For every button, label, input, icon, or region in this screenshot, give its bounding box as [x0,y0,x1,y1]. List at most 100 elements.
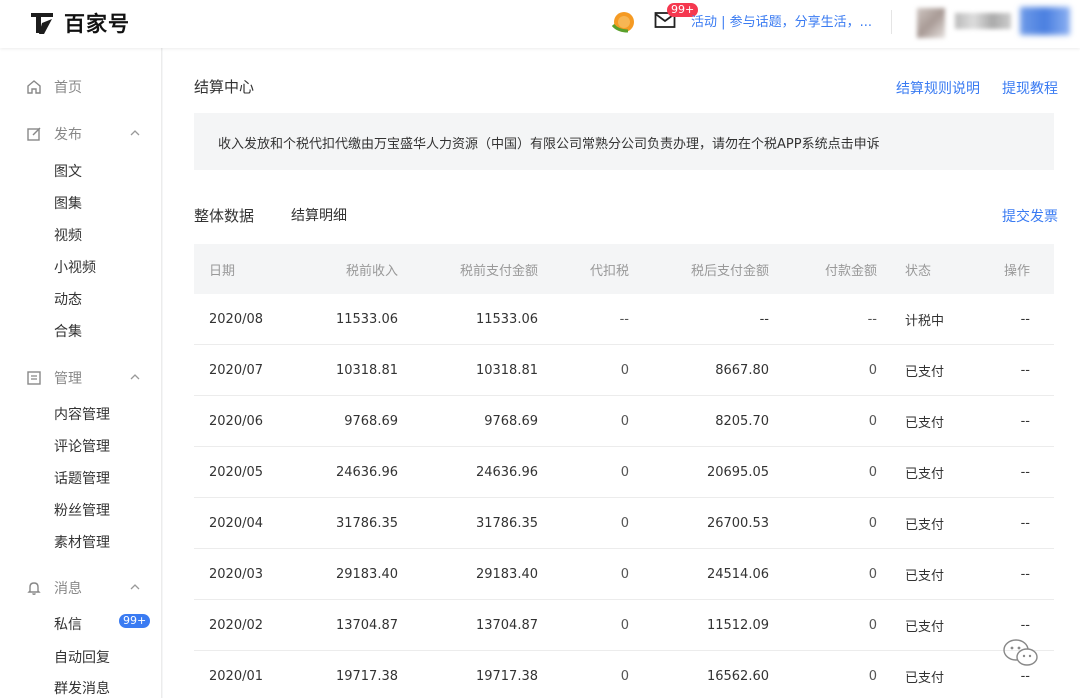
column-header-aftertax-payment: 税后支付金额 [690,263,769,279]
chevron-up-icon[interactable] [130,583,140,591]
chevron-up-icon[interactable] [130,129,140,137]
cell-status: 已支付 [905,619,945,635]
sidebar-item-direct-message[interactable]: 私信 [54,614,82,634]
cell-paid-amount: 0 [868,668,877,684]
cell-pretax-income: 9768.69 [344,413,398,429]
top-bar: 百家号 99+ 活动 | 参与话题，分享生活，... [0,0,1080,48]
cell-date: 2020/07 [209,362,264,378]
sidebar-item-article[interactable]: 图文 [54,161,82,181]
cell-paid-amount: 0 [868,515,877,531]
cell-pretax-payment: 31786.35 [475,515,538,531]
sidebar-item-materials[interactable]: 素材管理 [54,532,110,552]
bell-icon [27,582,41,595]
sidebar-item-fans[interactable]: 粉丝管理 [54,500,110,520]
account-button[interactable] [1020,7,1070,35]
header-divider [891,10,892,34]
sidebar-item-collection[interactable]: 合集 [54,321,82,341]
cell-aftertax-payment: 8205.70 [715,413,769,429]
orange-fruit-icon[interactable] [610,9,636,33]
cell-status: 已支付 [905,568,945,584]
activity-link[interactable]: 活动 | 参与话题，分享生活，... [691,11,872,30]
notice-banner: 收入发放和个税代扣代缴由万宝盛华人力资源（中国）有限公司常熟分公司负责办理，请勿… [194,113,1054,170]
sidebar-group-publish[interactable]: 发布 [26,124,82,144]
sidebar-item-home[interactable]: 首页 [26,77,82,97]
cell-action[interactable]: -- [1021,345,1030,395]
cell-pretax-payment: 19717.38 [475,668,538,684]
cell-aftertax-payment: 20695.05 [706,464,769,480]
cell-date: 2020/04 [209,515,264,531]
table-row: 2020/03 29183.40 29183.40 0 24514.06 0 已支付 -- [194,549,1054,600]
cell-paid-amount: -- [867,311,877,327]
cell-withholding-tax: 0 [620,668,629,684]
table-header: 日期 税前收入 税前支付金额 代扣税 税后支付金额 付款金额 状态 操作 [194,244,1054,294]
cell-withholding-tax: 0 [620,515,629,531]
table-row: 2020/06 9768.69 9768.69 0 8205.70 0 已支付 -- [194,396,1054,447]
sidebar-item-auto-reply[interactable]: 自动回复 [54,647,110,667]
sidebar-item-label: 首页 [54,80,82,96]
column-header-pretax-income: 税前收入 [345,263,398,279]
cell-pretax-income: 13704.87 [335,617,398,633]
column-header-pretax-payment: 税前支付金额 [459,263,538,279]
cell-paid-amount: 0 [868,617,877,633]
cell-action[interactable]: -- [1021,396,1030,446]
table-row: 2020/05 24636.96 24636.96 0 20695.05 0 已支付 -- [194,447,1054,498]
sidebar-group-label: 消息 [54,581,82,597]
cell-action[interactable]: -- [1021,549,1030,599]
tab-settlement-details[interactable]: 结算明细 [291,205,347,225]
sidebar-item-comments[interactable]: 评论管理 [54,436,110,456]
wechat-watermark-icon [1003,639,1038,666]
cell-aftertax-payment: 16562.60 [706,668,769,684]
tab-overall-data[interactable]: 整体数据 [194,205,254,226]
main-content: 结算中心 结算规则说明 提现教程 收入发放和个税代扣代缴由万宝盛华人力资源（中国… [163,48,1080,698]
cell-aftertax-payment: 8667.80 [715,362,769,378]
cell-status: 已支付 [905,517,945,533]
avatar[interactable] [917,8,945,38]
sidebar-group-manage[interactable]: 管理 [26,368,82,388]
sidebar-item-broadcast[interactable]: 群发消息 [54,678,110,698]
cell-pretax-payment: 10318.81 [475,362,538,378]
table-row: 2020/04 31786.35 31786.35 0 26700.53 0 已支付 -- [194,498,1054,549]
dm-badge: 99+ [119,614,151,628]
sidebar-item-content[interactable]: 内容管理 [54,404,110,424]
sidebar-group-message[interactable]: 消息 [26,578,82,598]
cell-aftertax-payment: -- [759,311,769,327]
cell-status: 已支付 [905,364,945,380]
chevron-up-icon[interactable] [130,373,140,381]
cell-paid-amount: 0 [868,362,877,378]
column-header-action: 操作 [1003,263,1030,279]
sidebar-group-label: 发布 [54,127,82,143]
sidebar-item-moments[interactable]: 动态 [54,289,82,309]
baijiahao-logo-icon [31,13,53,34]
withdraw-tutorial-link[interactable]: 提现教程 [1002,78,1058,98]
username[interactable] [955,13,1011,29]
sidebar: 首页 发布 图文 图集 视频 小视频 动态 合集 管理 内容管理 评论管理 话题… [0,48,162,698]
cell-date: 2020/08 [209,311,264,327]
cell-pretax-income: 24636.96 [335,464,398,480]
cell-pretax-payment: 24636.96 [475,464,538,480]
cell-pretax-payment: 13704.87 [475,617,538,633]
cell-pretax-payment: 9768.69 [484,413,538,429]
submit-invoice-link[interactable]: 提交发票 [1002,206,1058,226]
cell-pretax-income: 29183.40 [335,566,398,582]
logo[interactable]: 百家号 [28,8,130,38]
settlement-rules-link[interactable]: 结算规则说明 [896,78,980,98]
cell-pretax-income: 19717.38 [335,668,398,684]
cell-pretax-income: 11533.06 [335,311,398,327]
cell-pretax-income: 31786.35 [335,515,398,531]
sidebar-item-short-video[interactable]: 小视频 [54,257,96,277]
cell-action[interactable]: -- [1021,498,1030,548]
cell-pretax-payment: 29183.40 [475,566,538,582]
cell-action[interactable]: -- [1021,447,1030,497]
cell-action[interactable]: -- [1021,294,1030,344]
sidebar-item-video[interactable]: 视频 [54,225,82,245]
cell-withholding-tax: 0 [620,413,629,429]
sidebar-group-label: 管理 [54,371,82,387]
cell-status: 计税中 [905,313,945,329]
cell-status: 已支付 [905,466,945,482]
logo-text: 百家号 [64,12,130,36]
sidebar-item-gallery[interactable]: 图集 [54,193,82,213]
column-header-date: 日期 [209,263,236,279]
table-row: 2020/02 13704.87 13704.87 0 11512.09 0 已支付 -- [194,600,1054,651]
sidebar-item-topics[interactable]: 话题管理 [54,468,110,488]
cell-withholding-tax: -- [619,311,629,327]
